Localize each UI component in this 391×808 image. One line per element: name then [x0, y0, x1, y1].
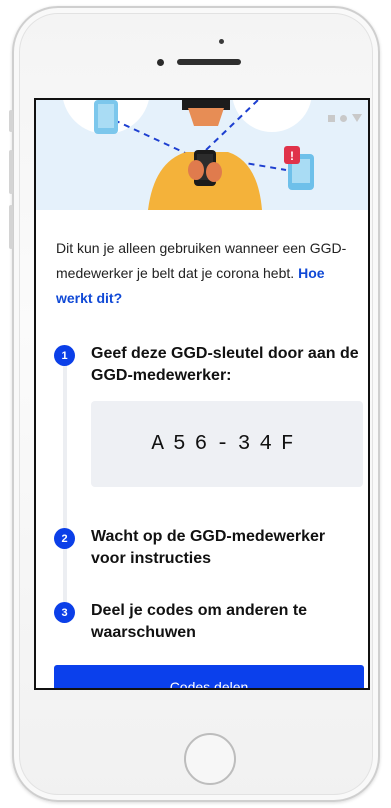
earpiece-speaker — [177, 59, 241, 65]
mute-switch — [9, 110, 13, 132]
step-number-2: 2 — [54, 528, 75, 549]
ggd-key-code-value: A56-34F — [151, 432, 303, 456]
wifi-circle-icon — [340, 114, 347, 122]
ggd-key-code: A56-34F — [91, 401, 363, 487]
battery-triangle-icon — [352, 114, 362, 122]
step-number-3: 3 — [54, 602, 75, 623]
status-bar — [328, 114, 362, 122]
home-button[interactable] — [184, 733, 236, 785]
step-2-title: Wacht op de GGD-medewerker voor instruct… — [91, 528, 326, 567]
app-screen: ! Dit kun je alleen gebruiken wanneer ee… — [34, 98, 370, 690]
step-number-1: 1 — [54, 345, 75, 366]
step-3-title: Deel je codes om anderen te waarschuwen — [91, 602, 308, 641]
volume-up-button — [9, 150, 13, 194]
intro-section: Dit kun je alleen gebruiken wanneer een … — [56, 236, 348, 311]
alert-badge-icon: ! — [290, 149, 294, 163]
steps-connector-line — [63, 363, 67, 611]
volume-down-button — [9, 205, 13, 249]
intro-paragraph: Dit kun je alleen gebruiken wanneer een … — [56, 236, 348, 311]
step-1-title: Geef deze GGD-sleutel door aan de GGD-me… — [91, 345, 359, 384]
hero-illustration: ! — [36, 100, 368, 210]
proximity-sensor — [219, 39, 224, 44]
people-phones-illustration: ! — [63, 100, 314, 210]
front-camera — [157, 59, 164, 66]
signal-square-icon — [328, 114, 335, 122]
share-codes-button[interactable]: Codes delen — [54, 665, 364, 688]
